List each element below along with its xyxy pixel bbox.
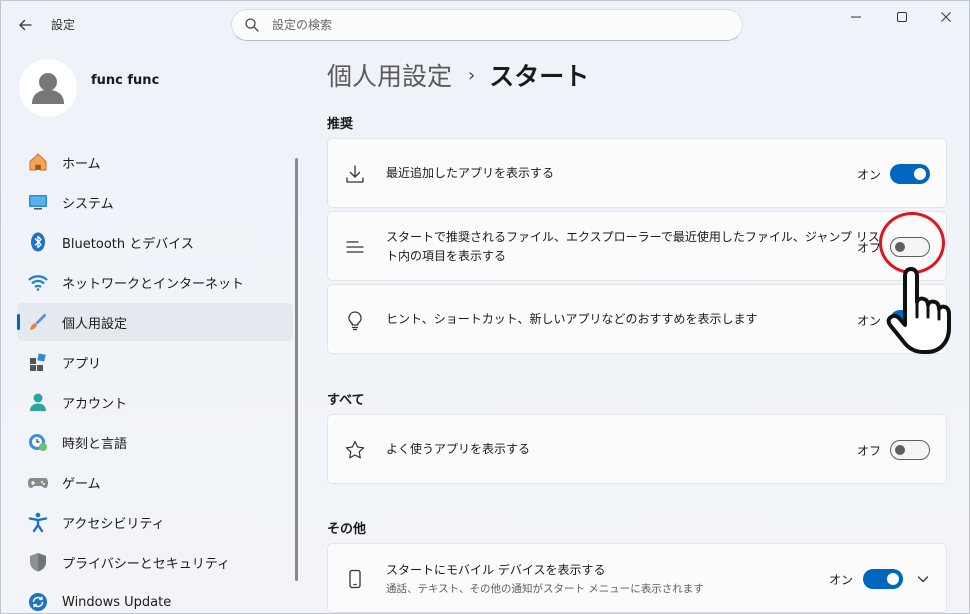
sidebar-item-label: ネットワークとインターネット <box>62 276 245 292</box>
sidebar-item-home[interactable]: ホーム <box>17 143 293 181</box>
shield-icon <box>27 551 49 573</box>
time-language-icon <box>27 431 49 453</box>
sidebar-item-label: アプリ <box>62 356 102 372</box>
sidebar-item-accessibility[interactable]: アクセシビリティ <box>17 503 293 541</box>
sidebar-item-gaming[interactable]: ゲーム <box>17 463 293 501</box>
breadcrumb-parent[interactable]: 個人用設定 <box>327 57 452 93</box>
sidebar-item-personalization[interactable]: 個人用設定 <box>17 303 293 341</box>
setting-label: 最近追加したアプリを表示する <box>386 166 555 180</box>
setting-label: スタートにモバイル デバイスを表示する <box>386 563 606 577</box>
close-icon <box>941 12 951 22</box>
sidebar-item-label: 個人用設定 <box>62 316 128 332</box>
list-icon <box>344 236 366 258</box>
update-icon <box>27 591 49 613</box>
avatar <box>19 59 77 117</box>
back-button[interactable] <box>11 11 39 39</box>
sidebar-item-privacy[interactable]: プライバシーとセキュリティ <box>17 543 293 581</box>
account-icon <box>27 391 49 413</box>
bluetooth-icon <box>27 231 49 253</box>
setting-card-recommended-files[interactable]: スタートで推奨されるファイル、エクスプローラーで最近使用したファイル、ジャンプ … <box>327 211 947 281</box>
brush-icon <box>27 311 49 333</box>
section-title-other: その他 <box>327 522 367 537</box>
sidebar-item-label: 時刻と言語 <box>62 436 128 452</box>
page-title: スタート <box>489 62 590 91</box>
gamepad-icon <box>27 471 49 493</box>
download-icon <box>344 163 366 185</box>
setting-sublabel: 通話、テキスト、その他の通知がスタート メニューに表示されます <box>386 583 704 595</box>
sidebar-item-apps[interactable]: アプリ <box>17 343 293 381</box>
toggle-switch-most-used[interactable] <box>890 440 930 460</box>
chevron-down-icon[interactable] <box>916 572 930 586</box>
wifi-icon <box>27 271 49 293</box>
close-button[interactable] <box>923 5 969 29</box>
sidebar-item-label: アクセシビリティ <box>62 516 165 532</box>
setting-label: よく使うアプリを表示する <box>386 442 531 456</box>
star-icon <box>344 439 366 461</box>
sidebar-item-system[interactable]: システム <box>17 183 293 221</box>
toggle-state-label: オン <box>857 314 882 328</box>
sidebar-item-network[interactable]: ネットワークとインターネット <box>17 263 293 301</box>
toggle-switch-recent-apps[interactable] <box>890 164 930 184</box>
setting-label-line1: スタートで推奨されるファイル、エクスプローラーで最近使用したファイル、ジャンプ … <box>386 230 880 244</box>
profile-name: func func <box>91 73 160 88</box>
search-box[interactable] <box>231 9 743 41</box>
setting-card-tips[interactable]: ヒント、ショートカット、新しいアプリなどのおすすめを表示します オン <box>327 284 947 354</box>
sidebar-item-windows-update[interactable]: Windows Update <box>17 583 293 613</box>
sidebar-item-label: ホーム <box>62 156 101 172</box>
section-title-recommended: 推奨 <box>327 117 354 132</box>
sidebar-item-label: ゲーム <box>62 476 101 492</box>
setting-card-most-used[interactable]: よく使うアプリを表示する オフ <box>327 414 947 484</box>
maximize-icon <box>897 12 907 22</box>
breadcrumb: 個人用設定 › スタート <box>327 57 589 93</box>
home-icon <box>27 151 49 173</box>
pointing-hand-icon <box>881 263 961 355</box>
toggle-state-label: オフ <box>857 241 882 255</box>
lightbulb-icon <box>344 309 366 331</box>
toggle-state-label: オフ <box>857 444 882 458</box>
sidebar-item-label: Bluetooth とデバイス <box>62 236 194 252</box>
breadcrumb-separator: › <box>468 64 476 86</box>
setting-card-recent-apps[interactable]: 最近追加したアプリを表示する オン <box>327 138 947 208</box>
toggle-state-label: オン <box>857 168 882 182</box>
sidebar-item-time-language[interactable]: 時刻と言語 <box>17 423 293 461</box>
apps-icon <box>27 351 49 373</box>
user-profile[interactable]: func func <box>19 59 289 119</box>
setting-label: ヒント、ショートカット、新しいアプリなどのおすすめを表示します <box>386 312 758 326</box>
sidebar-item-accounts[interactable]: アカウント <box>17 383 293 421</box>
accessibility-icon <box>27 511 49 533</box>
minimize-button[interactable] <box>833 5 879 29</box>
sidebar-item-label: Windows Update <box>62 594 172 610</box>
toggle-state-label: オン <box>829 573 854 587</box>
search-icon <box>244 17 260 33</box>
sidebar-scrollbar[interactable] <box>295 158 298 581</box>
sidebar-item-label: システム <box>62 196 114 212</box>
setting-card-mobile-device[interactable]: スタートにモバイル デバイスを表示する 通話、テキスト、その他の通知がスタート … <box>327 543 947 613</box>
setting-label-line2: ト内の項目を表示する <box>386 249 507 263</box>
sidebar-item-label: プライバシーとセキュリティ <box>62 556 230 572</box>
maximize-button[interactable] <box>879 5 925 29</box>
app-title: 設定 <box>51 18 76 32</box>
arrow-left-icon <box>19 19 32 31</box>
user-avatar-icon <box>32 73 64 104</box>
section-title-all: すべて <box>327 393 365 408</box>
search-input[interactable] <box>272 18 712 32</box>
settings-window: 設定 func func <box>0 0 970 614</box>
sidebar-nav: ホーム システム Bluetooth とデバイス ネットワークとインターネット … <box>17 143 293 613</box>
sidebar-item-bluetooth[interactable]: Bluetooth とデバイス <box>17 223 293 261</box>
title-bar: 設定 <box>1 1 969 47</box>
toggle-switch-mobile-device[interactable] <box>863 569 903 589</box>
system-icon <box>27 191 49 213</box>
phone-icon <box>344 568 366 590</box>
sidebar-item-label: アカウント <box>62 396 128 412</box>
minimize-icon <box>851 16 861 18</box>
